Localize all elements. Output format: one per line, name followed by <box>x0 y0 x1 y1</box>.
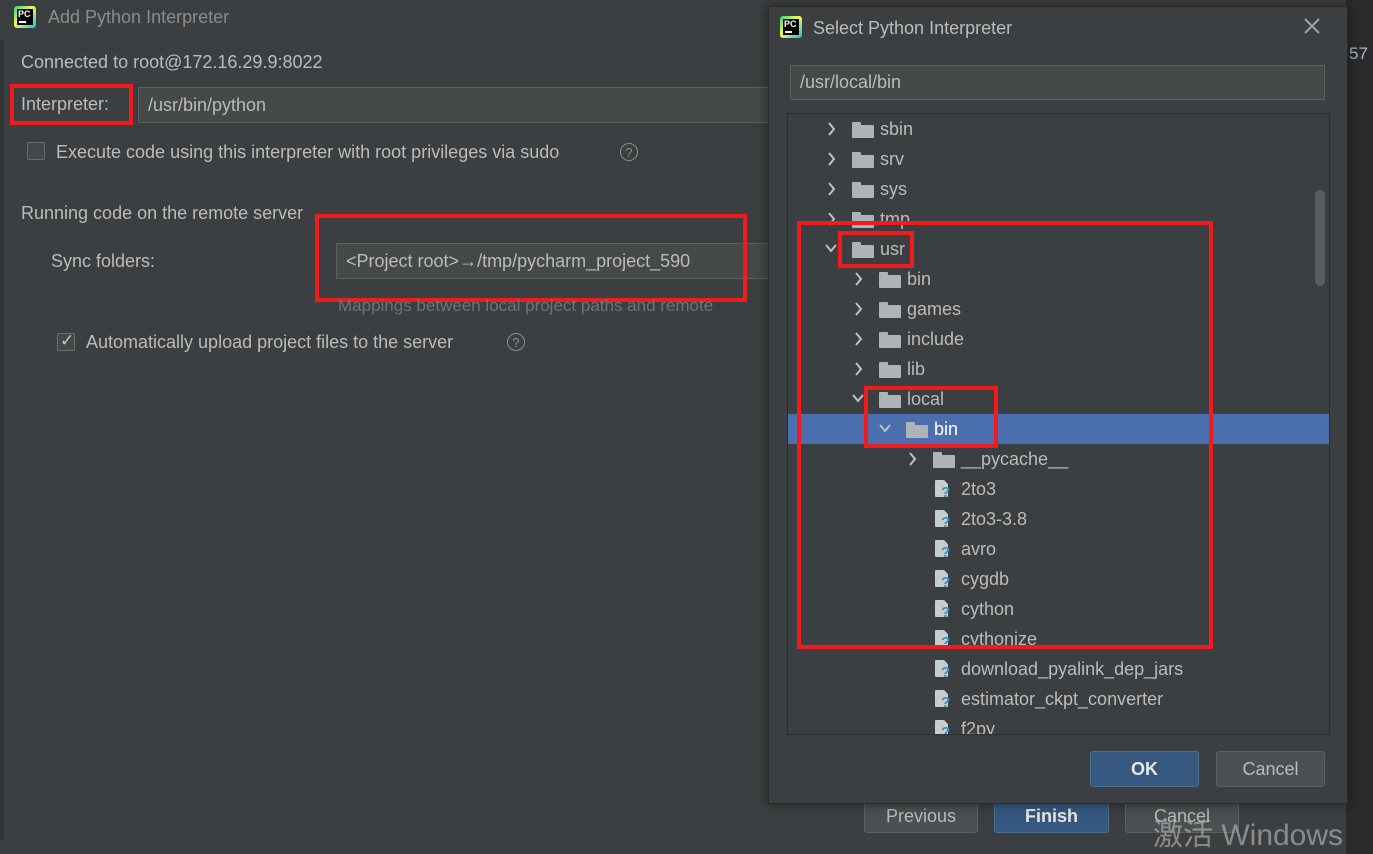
tree-row-label: download_pyalink_dep_jars <box>961 659 1184 679</box>
mappings-hint: Mappings between local project paths and… <box>338 296 714 315</box>
finish-button[interactable]: Finish <box>994 799 1109 833</box>
sync-folders-label: Sync folders: <box>51 251 156 271</box>
pycharm-logo-icon: PC <box>14 6 36 28</box>
highlight-usr-tree <box>797 221 1213 649</box>
windows-activation-watermark: 激活 Windows <box>1153 819 1344 852</box>
highlight-usr-folder <box>838 231 914 268</box>
connection-text: Connected to root@172.16.29.9:8022 <box>21 52 323 72</box>
previous-button[interactable]: Previous <box>864 799 978 833</box>
pycharm-logo-icon: PC <box>780 16 802 38</box>
help-icon[interactable]: ? <box>620 143 638 161</box>
tree-row-label: f2py <box>961 719 996 735</box>
folder-icon <box>852 182 874 198</box>
highlight-local-bin <box>864 386 998 448</box>
chevron-right-icon[interactable] <box>823 114 839 144</box>
tree-row[interactable]: f2py <box>788 714 1329 735</box>
highlight-interpreter-label <box>10 84 133 125</box>
auto-upload-label: Automatically upload project files to th… <box>86 332 454 352</box>
close-icon[interactable] <box>1300 14 1324 38</box>
select-cancel-button[interactable]: Cancel <box>1216 751 1325 787</box>
chevron-right-icon[interactable] <box>823 174 839 204</box>
folder-icon <box>852 122 874 138</box>
tree-row[interactable]: estimator_ckpt_converter <box>788 684 1329 714</box>
tree-row[interactable]: sys <box>788 174 1329 204</box>
tree-row-label: srv <box>880 149 904 169</box>
tree-row[interactable]: sbin <box>788 114 1329 144</box>
tree-scrollbar[interactable] <box>1315 190 1325 286</box>
path-field[interactable]: /usr/local/bin <box>790 65 1325 100</box>
sudo-label: Execute code using this interpreter with… <box>56 142 560 162</box>
tree-row[interactable]: download_pyalink_dep_jars <box>788 654 1329 684</box>
tree-row-label: sys <box>880 179 907 199</box>
ok-button[interactable]: OK <box>1090 751 1199 787</box>
chevron-right-icon[interactable] <box>823 144 839 174</box>
background-ide-edge <box>0 40 4 840</box>
tree-row-label: estimator_ckpt_converter <box>961 689 1164 709</box>
auto-upload-checkbox[interactable] <box>57 331 75 351</box>
line-number: 57 <box>1349 44 1368 63</box>
python-file-icon <box>933 720 953 734</box>
background-ide-strip <box>1346 0 1373 854</box>
dialog-title: Add Python Interpreter <box>48 7 230 27</box>
python-file-icon <box>933 660 953 680</box>
highlight-sync-folders <box>315 214 747 302</box>
interpreter-field[interactable]: /usr/bin/python <box>138 87 778 123</box>
python-file-icon <box>933 690 953 710</box>
tree-row-label: sbin <box>880 119 914 139</box>
sudo-checkbox[interactable] <box>27 142 45 160</box>
remote-section-heading: Running code on the remote server <box>21 203 304 223</box>
help-icon[interactable]: ? <box>507 333 525 351</box>
select-dialog-title: Select Python Interpreter <box>813 18 1013 38</box>
tree-row[interactable]: srv <box>788 144 1329 174</box>
folder-icon <box>852 152 874 168</box>
